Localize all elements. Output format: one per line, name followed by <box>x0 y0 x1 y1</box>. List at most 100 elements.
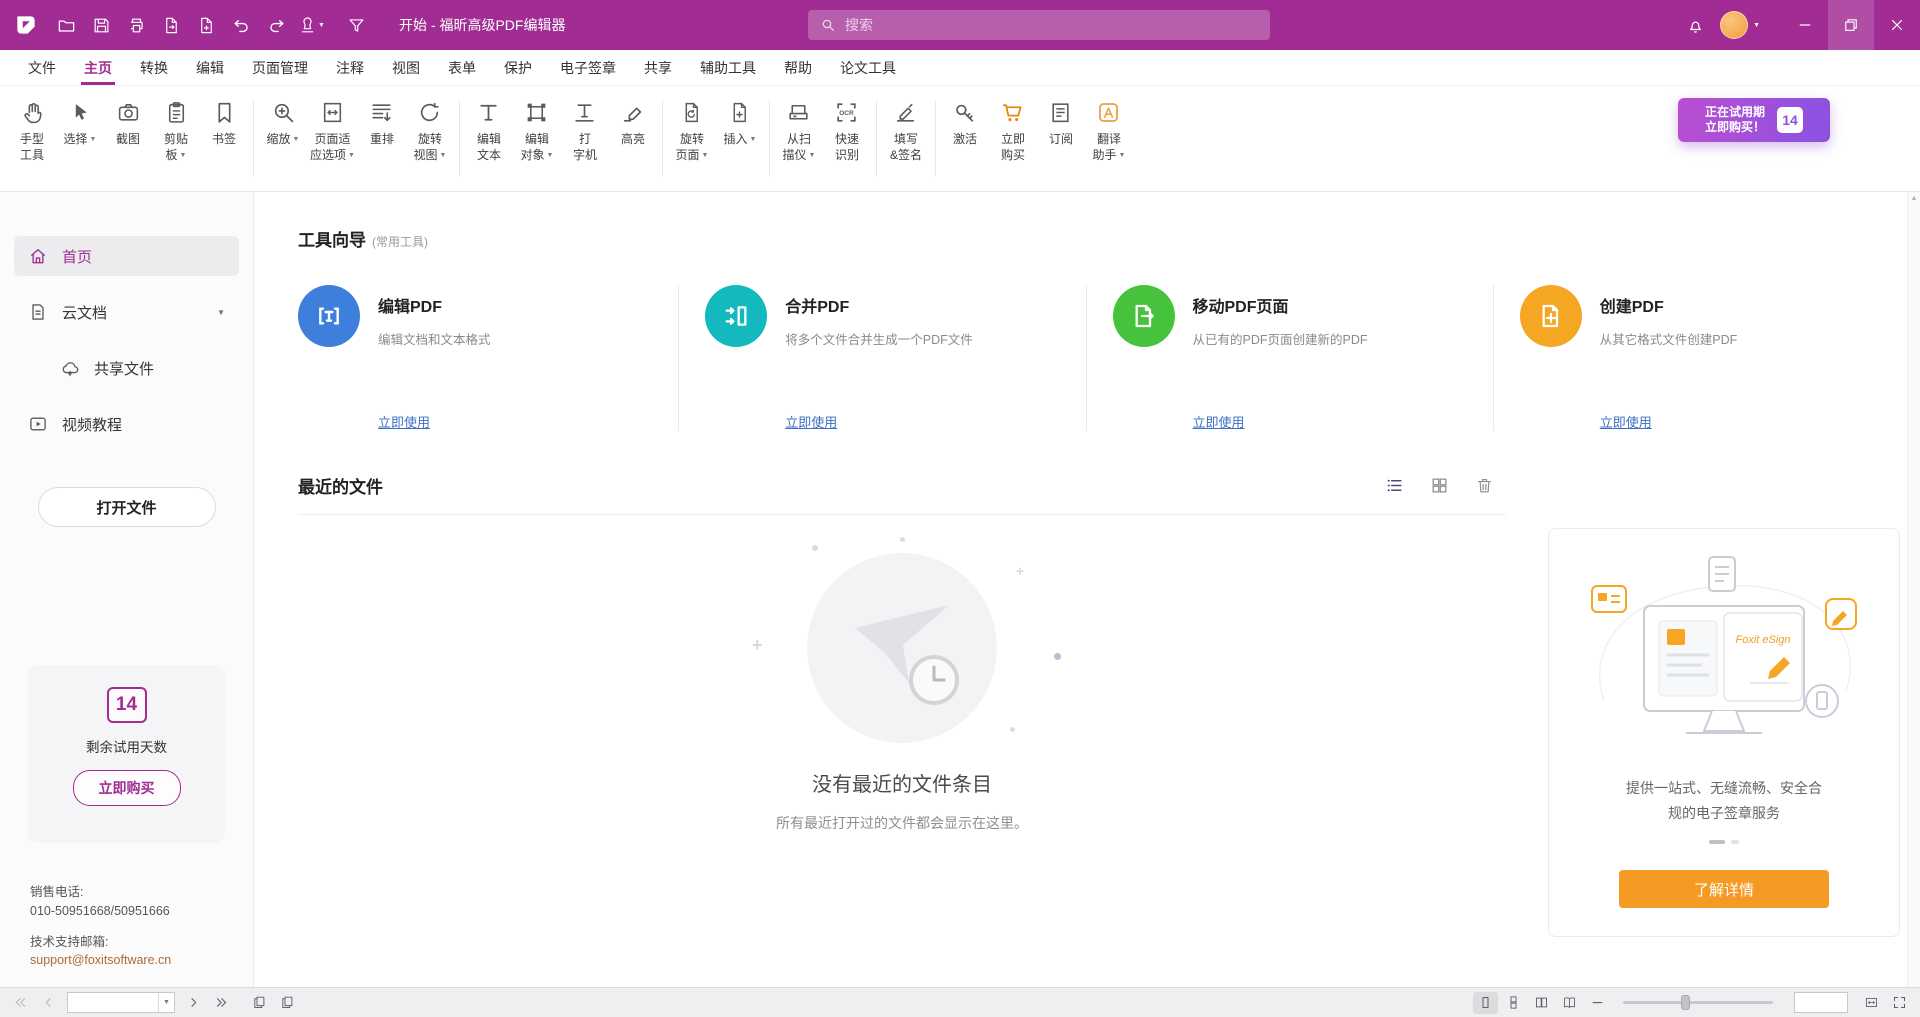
tool-select[interactable]: 选择 <box>56 94 104 191</box>
next-page-button[interactable] <box>181 992 206 1014</box>
minimize-button[interactable] <box>1782 0 1828 50</box>
continuous-view-button[interactable] <box>1501 992 1526 1014</box>
tool-hand[interactable]: 手型工具 <box>8 94 56 191</box>
first-page-button[interactable] <box>8 992 33 1014</box>
tool-zoom[interactable]: 缩放 <box>259 94 307 191</box>
zoom-percent-input[interactable] <box>1795 993 1847 1012</box>
sidebar-item-shared-files[interactable]: 共享文件 <box>14 348 239 388</box>
tool-fill-sign[interactable]: 填写&签名 <box>882 94 930 191</box>
typewriter-icon <box>572 100 597 125</box>
book-view-button[interactable] <box>1557 992 1582 1014</box>
menu-page-manage[interactable]: 页面管理 <box>238 50 322 85</box>
page-number-input[interactable] <box>68 996 158 1010</box>
open-file-button[interactable]: 打开文件 <box>38 487 216 527</box>
card-merge-pdf[interactable]: 合并PDF 将多个文件合并生成一个PDF文件 立即使用 <box>705 285 1086 431</box>
save-button[interactable] <box>85 9 118 42</box>
use-now-link[interactable]: 立即使用 <box>378 412 430 431</box>
fit-width-button[interactable] <box>1859 992 1884 1014</box>
sidebar-item-home[interactable]: 首页 <box>14 236 239 276</box>
create-doc-button[interactable] <box>190 9 223 42</box>
notifications-button[interactable] <box>1679 9 1712 42</box>
use-now-link[interactable]: 立即使用 <box>785 412 837 431</box>
fullscreen-button[interactable] <box>1887 992 1912 1014</box>
tool-highlight[interactable]: 高亮 <box>609 94 657 191</box>
main-scrollbar[interactable]: ▲ <box>1907 192 1920 987</box>
search-input[interactable] <box>845 17 1258 33</box>
zoom-out-button[interactable] <box>1585 992 1610 1014</box>
account-button[interactable]: ▼ <box>1712 9 1768 42</box>
menu-edit[interactable]: 编辑 <box>182 50 238 85</box>
facing-view-button[interactable] <box>1529 992 1554 1014</box>
redo-button[interactable] <box>260 9 293 42</box>
tool-clipboard[interactable]: 剪贴板 <box>152 94 200 191</box>
menu-accessibility[interactable]: 辅助工具 <box>686 50 770 85</box>
menu-esign[interactable]: 电子签章 <box>546 50 630 85</box>
tool-insert[interactable]: 插入 <box>716 94 764 191</box>
prev-page-button[interactable] <box>36 992 61 1014</box>
sidebar-item-video-tutorials[interactable]: 视频教程 <box>14 404 239 444</box>
menu-home[interactable]: 主页 <box>70 50 126 85</box>
menu-protect[interactable]: 保护 <box>490 50 546 85</box>
card-create-pdf[interactable]: 创建PDF 从其它格式文件创建PDF 立即使用 <box>1520 285 1900 431</box>
tool-rotate-view[interactable]: 旋转视图 <box>406 94 454 191</box>
app-menu-button[interactable] <box>8 7 44 43</box>
undo-button[interactable] <box>225 9 258 42</box>
prev-view-button[interactable] <box>247 992 272 1014</box>
menu-help[interactable]: 帮助 <box>770 50 826 85</box>
tool-buy-now[interactable]: 立即购买 <box>989 94 1037 191</box>
tool-from-scanner[interactable]: 从扫描仪 <box>775 94 823 191</box>
zoom-slider[interactable] <box>1623 1001 1773 1004</box>
menu-file[interactable]: 文件 <box>14 50 70 85</box>
tool-rotate-pages[interactable]: 旋转页面 <box>668 94 716 191</box>
learn-more-button[interactable]: 了解详情 <box>1619 870 1829 908</box>
tool-quick-ocr[interactable]: 快速识别 <box>823 94 871 191</box>
trial-buy-button[interactable]: 正在试用期 立即购买！ 14 <box>1678 98 1830 142</box>
page-number-box[interactable]: ▼ <box>67 992 175 1013</box>
clear-recent-icon[interactable] <box>1475 476 1494 495</box>
open-file-quick-button[interactable] <box>50 9 83 42</box>
next-view-button[interactable] <box>275 992 300 1014</box>
menu-paper-tools[interactable]: 论文工具 <box>826 50 910 85</box>
tool-reflow[interactable]: 重排 <box>358 94 406 191</box>
dropdown-caret-icon[interactable]: ▼ <box>159 999 174 1006</box>
menu-share[interactable]: 共享 <box>630 50 686 85</box>
search-box[interactable] <box>808 10 1270 40</box>
list-view-icon[interactable] <box>1385 476 1404 495</box>
grid-view-icon[interactable] <box>1430 476 1449 495</box>
tool-edit-object[interactable]: 编辑对象 <box>513 94 561 191</box>
single-page-view-button[interactable] <box>1473 992 1498 1014</box>
tool-translate-assistant[interactable]: 翻译助手 <box>1085 94 1133 191</box>
support-email-link[interactable]: support@foxitsoftware.cn <box>30 951 171 970</box>
tool-subscribe[interactable]: 订阅 <box>1037 94 1085 191</box>
restore-button[interactable] <box>1828 0 1874 50</box>
card-edit-pdf[interactable]: 编辑PDF 编辑文档和文本格式 立即使用 <box>298 285 679 431</box>
use-now-link[interactable]: 立即使用 <box>1193 412 1245 431</box>
close-button[interactable] <box>1874 0 1920 50</box>
menu-comment[interactable]: 注释 <box>322 50 378 85</box>
dropdown-caret-icon[interactable]: ▼ <box>217 308 225 317</box>
scroll-up-icon[interactable]: ▲ <box>1911 195 1918 202</box>
zoom-slider-thumb[interactable] <box>1681 995 1690 1010</box>
last-page-button[interactable] <box>209 992 234 1014</box>
zoom-percent-box[interactable] <box>1794 992 1848 1013</box>
use-now-link[interactable]: 立即使用 <box>1600 412 1652 431</box>
print-button[interactable] <box>120 9 153 42</box>
tool-edit-text[interactable]: 编辑文本 <box>465 94 513 191</box>
tool-fit-options[interactable]: 页面适应选项 <box>307 94 358 191</box>
tool-typewriter[interactable]: 打字机 <box>561 94 609 191</box>
buy-now-button[interactable]: 立即购买 <box>73 770 181 806</box>
menu-form[interactable]: 表单 <box>434 50 490 85</box>
menu-view[interactable]: 视图 <box>378 50 434 85</box>
card-move-pdf-pages[interactable]: 移动PDF页面 从已有的PDF页面创建新的PDF 立即使用 <box>1113 285 1494 431</box>
export-button[interactable] <box>155 9 188 42</box>
tool-snapshot[interactable]: 截图 <box>104 94 152 191</box>
sidebar-item-cloud-docs[interactable]: 云文档 ▼ <box>14 292 239 332</box>
tool-activate[interactable]: 激活 <box>941 94 989 191</box>
tool-bookmark[interactable]: 书签 <box>200 94 248 191</box>
stamp-sign-button[interactable]: ▼ <box>295 9 328 42</box>
collapse-ribbon-button[interactable] <box>340 9 373 42</box>
carousel-dot[interactable] <box>1731 840 1739 844</box>
menu-convert[interactable]: 转换 <box>126 50 182 85</box>
carousel-dot-active[interactable] <box>1709 840 1725 844</box>
minus-icon <box>1590 995 1605 1010</box>
